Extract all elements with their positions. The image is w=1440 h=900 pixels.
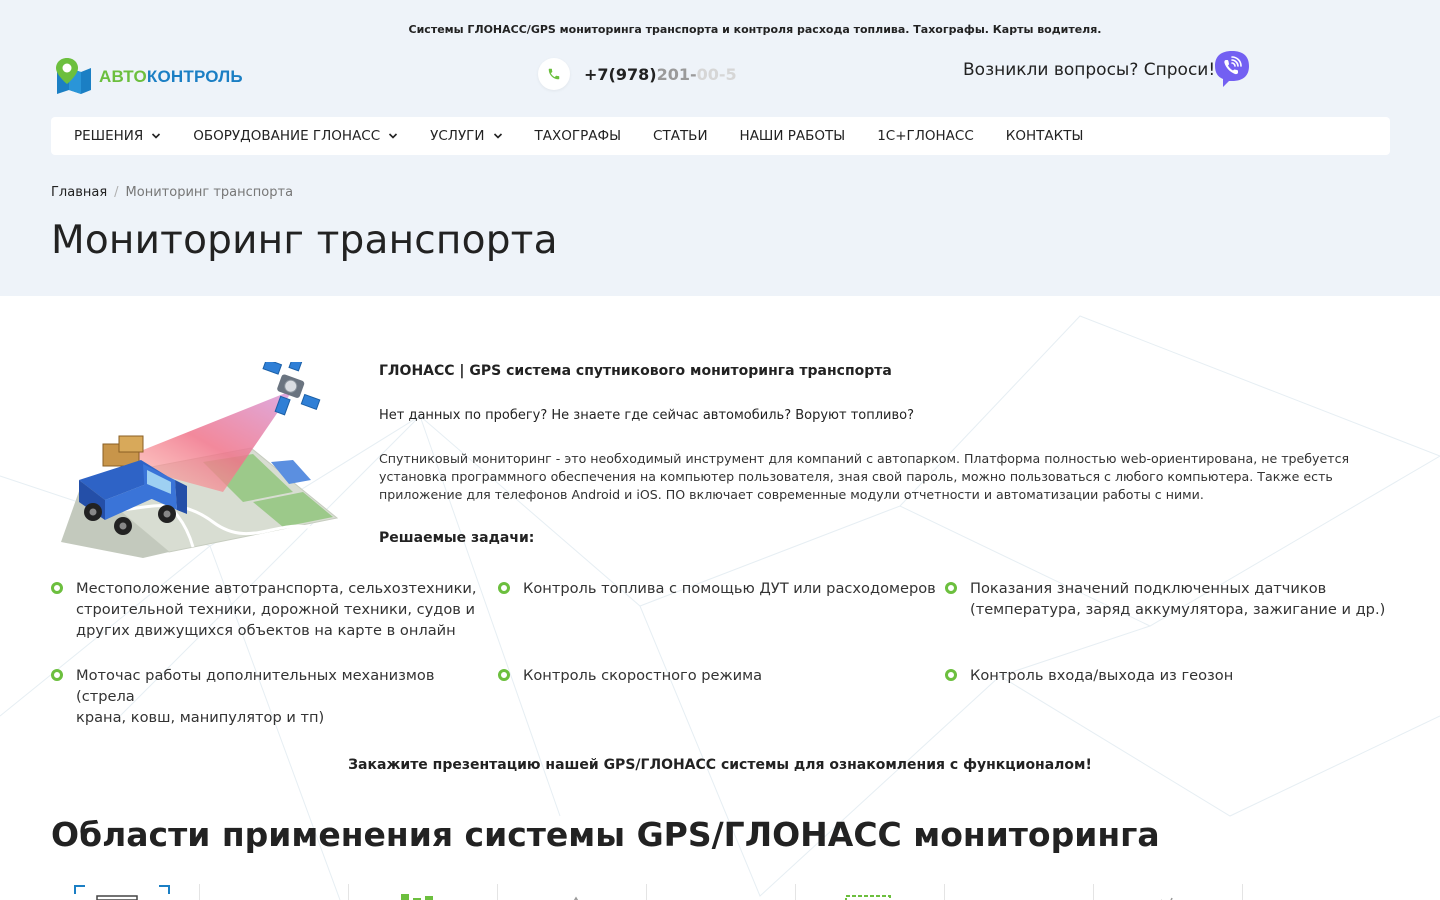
logo-text-part2: КОНТРОЛЬ [146,67,243,86]
logo-text-part1: АВТО [99,67,147,86]
tab-area-5[interactable] [646,884,795,900]
breadcrumb-home-link[interactable]: Главная [51,185,107,200]
task-text: Контроль входа/выхода из геозон [970,665,1233,686]
task-text: Контроль топлива с помощью ДУТ или расхо… [523,578,936,599]
nav-item-our-works[interactable]: НАШИ РАБОТЫ [740,128,846,144]
list-item: Контроль топлива с помощью ДУТ или расхо… [498,578,938,599]
tab-area-3[interactable] [348,884,497,900]
breadcrumb-separator: / [114,185,119,200]
task-text-line: строительной техники, дорожной техники, … [76,601,475,618]
intro-paragraph-line: установка программного обеспечения на ко… [379,469,1333,484]
map-pin-logo-icon [56,58,91,94]
nav-item-services[interactable]: УСЛУГИ [430,128,502,144]
tab-area-7[interactable] [944,884,1093,900]
nav-item-1c-glonass[interactable]: 1С+ГЛОНАСС [877,128,974,144]
list-item: Показания значений подключенных датчиков… [945,578,1391,620]
task-text-line: (температура, заряд аккумулятора, зажига… [970,601,1386,618]
intro-question: Нет данных по пробегу? Не знаете где сей… [379,408,914,423]
breadcrumb-current: Мониторинг транспорта [125,185,294,200]
nav-item-tachographs[interactable]: ТАХОГРАФЫ [535,128,622,144]
list-item: Местоположение автотранспорта, сельхозте… [51,578,491,641]
presentation-cta: Закажите презентацию нашей GPS/ГЛОНАСС с… [348,757,1092,773]
nav-item-articles[interactable]: СТАТЬИ [653,128,708,144]
task-text-line: Местоположение автотранспорта, сельхозте… [76,580,477,597]
section-title: Области применения системы GPS/ГЛОНАСС м… [51,815,1160,854]
intro-paragraph-line: приложение для телефонов Android и iOS. … [379,487,1204,502]
header-phone[interactable]: +7(978)201-00-5 [538,58,737,90]
task-text-line: Контроль входа/выхода из геозон [970,667,1234,684]
task-text: Местоположение автотранспорта, сельхозте… [76,578,477,641]
task-text: Показания значений подключенных датчиков… [970,578,1385,620]
phone-number-main: +7(978) [584,64,657,84]
tab-area-1[interactable] [51,884,199,900]
phone-number-fade1: 201- [656,64,697,84]
chevron-down-icon [493,133,502,139]
phone-number[interactable]: +7(978)201-00-5 [584,65,737,84]
chevron-down-icon [389,133,398,139]
page-title: Мониторинг транспорта [51,218,558,263]
nav-item-solutions[interactable]: РЕШЕНИЯ [74,128,161,144]
task-text: Контроль скоростного режима [523,665,762,686]
tasks-title: Решаемые задачи: [379,530,535,546]
intro-paragraph-line: Спутниковый мониторинг - это необходимый… [379,451,1350,466]
logo-text: АВТОКОНТРОЛЬ [99,67,243,87]
site-logo[interactable]: АВТОКОНТРОЛЬ [53,56,243,94]
task-text: Моточас работы дополнительных механизмов… [76,665,491,728]
area-icon [845,895,891,900]
task-text-line: Контроль топлива с помощью ДУТ или расхо… [523,580,936,597]
area-icon [703,894,733,900]
nav-item-equipment[interactable]: ОБОРУДОВАНИЕ ГЛОНАСС [193,128,398,144]
header-tagline: Системы ГЛОНАСС/GPS мониторинга транспор… [408,23,1102,36]
bullet-dot-icon [945,669,957,681]
area-icon [573,896,579,900]
list-item: Контроль входа/выхода из геозон [945,665,1391,686]
task-text-line: крана, ковш, манипулятор и тп) [76,709,325,726]
intro-paragraph: Спутниковый мониторинг - это необходимый… [379,450,1359,504]
bullet-dot-icon [498,669,510,681]
nav-item-label: НАШИ РАБОТЫ [739,128,846,144]
application-areas-tabs [51,884,1391,900]
area-icon [1161,897,1173,900]
bullet-dot-icon [498,582,510,594]
phone-icon [548,68,560,80]
nav-item-label: РЕШЕНИЯ [74,128,144,144]
intro-block: ГЛОНАСС | GPS система спутникового монит… [379,363,1359,546]
viber-icon[interactable] [1213,49,1251,89]
nav-item-contacts[interactable]: КОНТАКТЫ [1006,128,1084,144]
area-icon [256,892,276,900]
list-item: Моточас работы дополнительных механизмов… [51,665,491,728]
task-text-line: Моточас работы дополнительных механизмов… [76,667,435,705]
nav-item-label: КОНТАКТЫ [1005,128,1084,144]
bullet-dot-icon [51,669,63,681]
nav-item-label: УСЛУГИ [430,128,485,144]
tab-area-8[interactable] [1093,884,1242,900]
phone-icon-circle [538,58,570,90]
task-text-line: Контроль скоростного режима [523,667,763,684]
tab-area-9[interactable] [1242,884,1391,900]
bullet-dot-icon [51,582,63,594]
chevron-down-icon [152,133,161,139]
intro-heading: ГЛОНАСС | GPS система спутникового монит… [379,363,892,379]
ask-question-link[interactable]: Возникли вопросы? Спроси! [963,60,1215,80]
area-icon [1309,892,1329,900]
tab-area-2[interactable] [199,884,348,900]
nav-item-label: ОБОРУДОВАНИЕ ГЛОНАСС [193,128,381,144]
main-nav: РЕШЕНИЯ ОБОРУДОВАНИЕ ГЛОНАСС УСЛУГИ ТАХО… [51,117,1390,155]
task-text-line: Показания значений подключенных датчиков [970,580,1327,597]
nav-item-label: 1С+ГЛОНАСС [877,128,974,144]
tab-area-6[interactable] [795,884,944,900]
satellite-truck-map-illustration [61,362,339,558]
list-item: Контроль скоростного режима [498,665,938,686]
nav-item-label: ТАХОГРАФЫ [534,128,622,144]
task-text-line: других движущихся объектов на карте в он… [76,622,456,639]
tab-area-4[interactable] [497,884,646,900]
bullet-dot-icon [945,582,957,594]
nav-item-label: СТАТЬИ [653,128,708,144]
area-icon [401,894,433,900]
breadcrumb: Главная / Мониторинг транспорта [51,185,293,200]
area-tab-active-frame-icon [74,885,170,900]
phone-number-fade2: 00-5 [696,64,737,84]
